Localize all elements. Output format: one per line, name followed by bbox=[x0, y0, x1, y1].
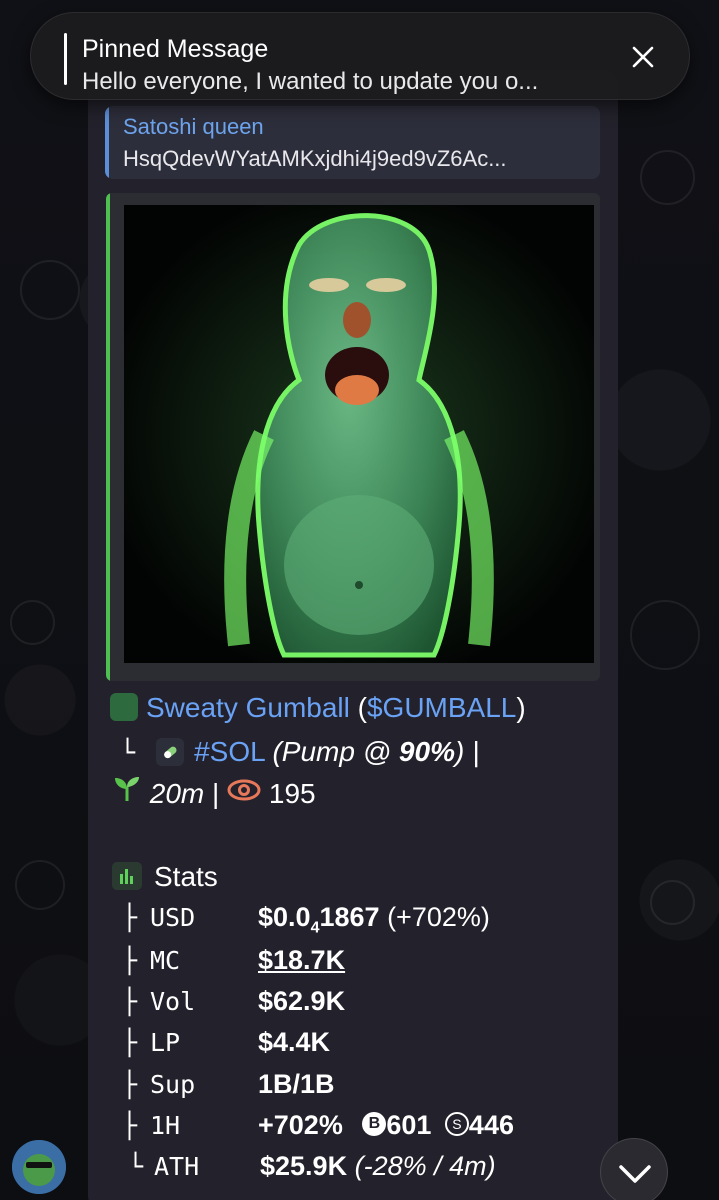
pinned-message-bar[interactable]: Pinned Message Hello everyone, I wanted … bbox=[30, 12, 690, 100]
doodle-decoration bbox=[15, 860, 65, 910]
chevron-down-icon bbox=[619, 1165, 651, 1183]
stats-row-tree: └ bbox=[128, 1152, 144, 1181]
stats-row-value: $62.9K bbox=[258, 986, 346, 1016]
pill-icon bbox=[156, 737, 185, 766]
media-preview[interactable] bbox=[106, 193, 600, 681]
pinned-title: Pinned Message bbox=[82, 35, 269, 63]
stats-row-key: ATH bbox=[154, 1152, 200, 1181]
token-image[interactable] bbox=[124, 205, 594, 663]
stats-row-key: 1H bbox=[150, 1111, 181, 1140]
stats-row-tree: ├ bbox=[122, 946, 138, 975]
stats-row-key: Vol bbox=[150, 987, 196, 1016]
token-ticker-link[interactable]: $GUMBALL bbox=[367, 692, 516, 723]
sell-circle-icon: S bbox=[444, 1111, 469, 1136]
doodle-decoration bbox=[640, 150, 695, 205]
stats-row-key: Sup bbox=[150, 1070, 196, 1099]
view-count: 195 bbox=[268, 778, 316, 809]
token-title-line: Sweaty Gumball ($GUMBALL) bbox=[110, 692, 526, 724]
chain-hashtag[interactable]: #SOL bbox=[194, 736, 265, 767]
reply-quote[interactable]: Satoshi queen HsqQdevWYatAMKxjdhi4j9ed9v… bbox=[105, 106, 600, 179]
reply-author: Satoshi queen bbox=[123, 114, 264, 139]
stats-row-value: $4.4K bbox=[258, 1027, 331, 1057]
stats-row-tree: ├ bbox=[122, 1028, 138, 1057]
stats-row-value: 1B/1B bbox=[258, 1069, 335, 1099]
token-avatar-icon bbox=[110, 692, 138, 721]
buy-circle-icon: B bbox=[362, 1111, 387, 1136]
reply-accent-bar bbox=[105, 106, 109, 179]
doodle-decoration bbox=[630, 600, 700, 670]
bar-chart-icon bbox=[112, 861, 142, 890]
doodle-decoration bbox=[10, 600, 55, 645]
stats-title: Stats bbox=[154, 861, 218, 892]
stats-row-value: $0.041867 (+702%) bbox=[258, 902, 490, 937]
reply-text: HsqQdevWYatAMKxjdhi4j9ed9vZ6Ac... bbox=[123, 146, 507, 171]
token-age: 20m bbox=[149, 778, 205, 809]
stats-row-key: USD bbox=[150, 903, 196, 932]
stats-row-tree: ├ bbox=[122, 1070, 138, 1099]
scroll-down-button[interactable] bbox=[600, 1138, 668, 1200]
stats-row-value: $25.9K (-28% / 4m) bbox=[260, 1151, 496, 1181]
stats-row-tree: ├ bbox=[122, 987, 138, 1016]
doodle-decoration bbox=[20, 260, 80, 320]
market-cap-link[interactable]: $18.7K bbox=[258, 945, 345, 976]
pinned-preview: Hello everyone, I wanted to update you o… bbox=[82, 68, 539, 95]
buy-count: 601 bbox=[386, 1110, 432, 1140]
media-accent-bar bbox=[106, 193, 110, 681]
doodle-decoration bbox=[650, 880, 695, 925]
eye-icon bbox=[227, 777, 261, 809]
sender-avatar[interactable] bbox=[12, 1140, 66, 1194]
token-name-link[interactable]: Sweaty Gumball bbox=[146, 692, 350, 723]
stats-row-tree: ├ bbox=[122, 1111, 138, 1140]
stats-row-tree: ├ bbox=[122, 903, 138, 932]
stats-row-key: LP bbox=[150, 1028, 181, 1057]
tree-branch: └ bbox=[120, 738, 151, 767]
stats-row-key: MC bbox=[150, 946, 181, 975]
stats-header: Stats bbox=[112, 861, 218, 893]
close-icon[interactable] bbox=[629, 43, 657, 71]
sprout-icon bbox=[112, 775, 142, 810]
sell-count: 446 bbox=[468, 1110, 514, 1140]
pinned-indicator bbox=[64, 33, 67, 85]
pump-label: (Pump @ 90%) | bbox=[272, 736, 480, 767]
age-views-line: 20m | 195 bbox=[112, 775, 316, 813]
stats-row-value: +702% B 601 S 446 bbox=[258, 1110, 514, 1140]
chain-line: └ #SOL (Pump @ 90%) | bbox=[120, 736, 479, 768]
